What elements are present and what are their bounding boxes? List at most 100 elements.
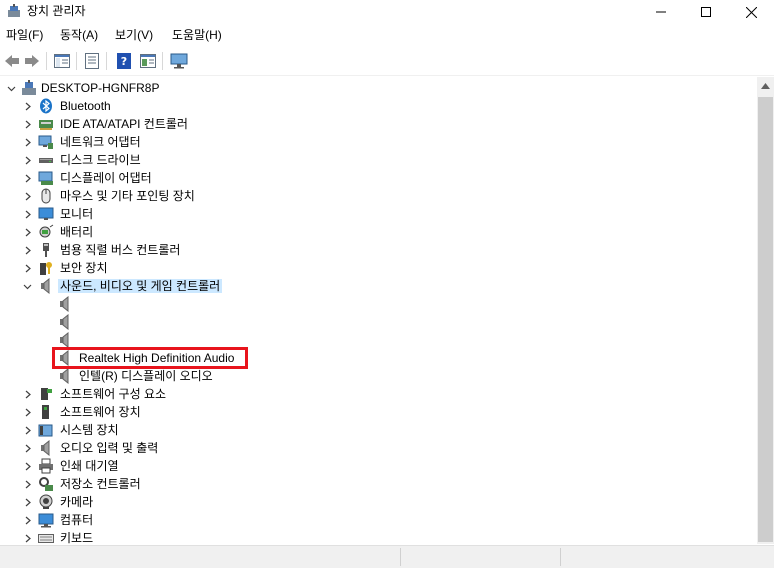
menu-file[interactable]: 파일(F) [4, 28, 45, 42]
maximize-button[interactable] [683, 0, 729, 24]
expand-chevron-icon[interactable] [22, 190, 34, 202]
system-device-icon [38, 422, 54, 438]
menu-bar: 파일(F) 동작(A) 보기(V) 도움말(H) [0, 25, 774, 45]
expand-chevron-icon[interactable] [22, 100, 34, 112]
speaker-icon [57, 314, 73, 330]
expand-chevron-icon[interactable] [22, 388, 34, 400]
tree-item-security-device[interactable]: 보안 장치 [0, 259, 757, 277]
status-separator [400, 548, 401, 566]
scan-hardware-button[interactable] [169, 51, 189, 71]
expand-chevron-icon[interactable] [22, 496, 34, 508]
toolbar-separator [162, 52, 163, 70]
expand-chevron-icon[interactable] [22, 226, 34, 238]
forward-button[interactable] [22, 51, 42, 71]
expand-chevron-icon[interactable] [22, 172, 34, 184]
back-button[interactable] [2, 51, 22, 71]
camera-icon [38, 494, 54, 510]
show-hide-console-tree-button[interactable] [52, 51, 72, 71]
tree-item-ide-controller[interactable]: IDE ATA/ATAPI 컨트롤러 [0, 115, 757, 133]
svg-text:?: ? [121, 55, 127, 68]
tree-root[interactable]: DESKTOP-HGNFR8P [0, 79, 757, 97]
expand-chevron-icon[interactable] [22, 514, 34, 526]
expand-chevron-icon[interactable] [22, 154, 34, 166]
expand-chevron-icon[interactable] [22, 532, 34, 544]
expand-chevron-icon[interactable] [22, 406, 34, 418]
expand-chevron-icon[interactable] [22, 424, 34, 436]
speaker-icon [57, 368, 73, 384]
tree-item-label: 네트워크 어댑터 [60, 135, 141, 149]
tree-item-battery[interactable]: 배터리 [0, 223, 757, 241]
tree-child-audio-device[interactable] [0, 295, 757, 313]
tree-child-audio-device[interactable] [0, 313, 757, 331]
tree-item-display-adapter[interactable]: 디스플레이 어댑터 [0, 169, 757, 187]
device-tree: DESKTOP-HGNFR8P Bluetooth IDE ATA/ATAPI … [0, 77, 757, 544]
tree-item-label: 오디오 입력 및 출력 [60, 441, 159, 455]
mouse-icon [38, 188, 54, 204]
expand-chevron-icon[interactable] [22, 478, 34, 490]
display-adapter-icon [38, 170, 54, 186]
tree-item-software-device[interactable]: 소프트웨어 장치 [0, 403, 757, 421]
console-view-button[interactable] [138, 51, 158, 71]
tree-item-label: 소프트웨어 장치 [60, 405, 141, 419]
expand-chevron-icon[interactable] [22, 208, 34, 220]
tree-item-audio-io[interactable]: 오디오 입력 및 출력 [0, 439, 757, 457]
ide-controller-icon [38, 116, 54, 132]
expand-chevron-icon[interactable] [22, 460, 34, 472]
printer-icon [38, 458, 54, 474]
expand-chevron-icon[interactable] [22, 118, 34, 130]
tree-child-label: 인텔(R) 디스플레이 오디오 [79, 369, 213, 383]
tree-item-label: 보안 장치 [60, 261, 108, 275]
collapse-icon[interactable] [21, 280, 33, 292]
tree-item-label: 배터리 [60, 225, 94, 239]
collapse-icon[interactable] [5, 82, 17, 94]
tree-item-label: 사운드, 비디오 및 게임 컨트롤러 [58, 279, 223, 293]
expand-chevron-icon[interactable] [22, 262, 34, 274]
expand-chevron-icon[interactable] [22, 442, 34, 454]
tree-item-label: 마우스 및 기타 포인팅 장치 [60, 189, 195, 203]
tree-item-mouse[interactable]: 마우스 및 기타 포인팅 장치 [0, 187, 757, 205]
scroll-thumb[interactable] [758, 97, 773, 542]
scroll-up-button[interactable] [757, 77, 774, 94]
tree-item-keyboard[interactable]: 키보드 [0, 529, 757, 544]
tree-item-disk-drive[interactable]: 디스크 드라이브 [0, 151, 757, 169]
scan-monitor-icon [170, 53, 188, 69]
tree-item-label: 카메라 [60, 495, 94, 509]
usb-icon [38, 242, 54, 258]
tree-item-network-adapter[interactable]: 네트워크 어댑터 [0, 133, 757, 151]
speaker-icon [38, 278, 54, 294]
tree-item-camera[interactable]: 카메라 [0, 493, 757, 511]
tree-item-monitor[interactable]: 모니터 [0, 205, 757, 223]
back-arrow-icon [5, 55, 19, 67]
tree-item-software-component[interactable]: 소프트웨어 구성 요소 [0, 385, 757, 403]
tree-item-bluetooth[interactable]: Bluetooth [0, 97, 757, 115]
tree-item-storage-controller[interactable]: 저장소 컨트롤러 [0, 475, 757, 493]
tree-item-sound-video-game[interactable]: 사운드, 비디오 및 게임 컨트롤러 [0, 277, 757, 295]
tree-item-label: 인쇄 대기열 [60, 459, 119, 473]
minimize-button[interactable] [638, 0, 684, 24]
monitor-icon [38, 206, 54, 222]
tree-item-label: Bluetooth [60, 99, 111, 113]
tree-item-print-queue[interactable]: 인쇄 대기열 [0, 457, 757, 475]
console-tree-icon [54, 54, 70, 68]
menu-view[interactable]: 보기(V) [113, 28, 155, 42]
battery-icon [38, 224, 54, 240]
tree-item-system-device[interactable]: 시스템 장치 [0, 421, 757, 439]
expand-chevron-icon[interactable] [22, 244, 34, 256]
close-button[interactable] [728, 0, 774, 24]
menu-action[interactable]: 동작(A) [58, 28, 100, 42]
menu-help[interactable]: 도움말(H) [170, 28, 224, 42]
maximize-icon [701, 7, 711, 17]
software-component-icon [38, 386, 54, 402]
expand-chevron-icon[interactable] [22, 136, 34, 148]
vertical-scrollbar[interactable] [757, 77, 774, 544]
tree-root-label: DESKTOP-HGNFR8P [41, 81, 160, 95]
help-button[interactable]: ? [114, 51, 134, 71]
tree-child-intel-display-audio[interactable]: 인텔(R) 디스플레이 오디오 [0, 367, 757, 385]
properties-icon [85, 53, 99, 69]
tree-item-label: 소프트웨어 구성 요소 [60, 387, 167, 401]
tree-item-computer[interactable]: 컴퓨터 [0, 511, 757, 529]
tree-item-usb-controller[interactable]: 범용 직렬 버스 컨트롤러 [0, 241, 757, 259]
status-bar [0, 545, 774, 568]
properties-button[interactable] [82, 51, 102, 71]
tree-item-label: 디스크 드라이브 [60, 153, 141, 167]
